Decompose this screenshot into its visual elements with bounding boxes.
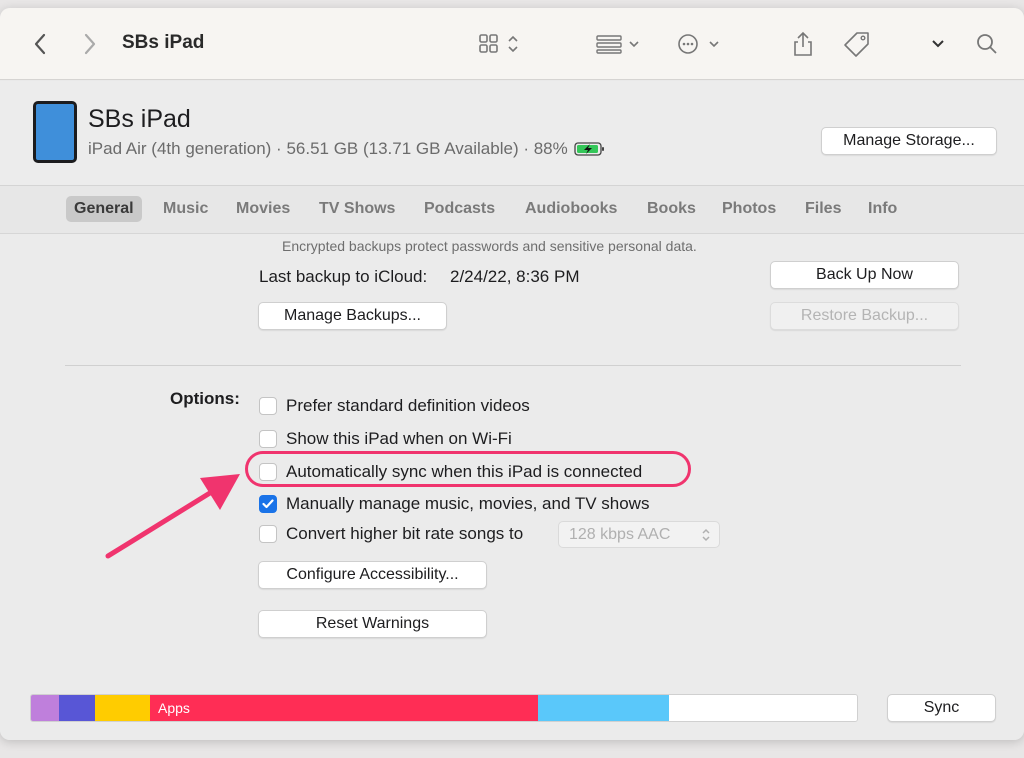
last-backup-value: 2/24/22, 8:36 PM: [450, 267, 580, 286]
share-icon[interactable]: [790, 26, 816, 62]
restore-backup-button[interactable]: Restore Backup...: [770, 302, 959, 330]
prefer-sd-label: Prefer standard definition videos: [286, 396, 530, 415]
stepper-chevrons-icon: [702, 528, 710, 542]
manual-manage-checkbox[interactable]: [259, 495, 277, 513]
tab-podcasts[interactable]: Podcasts: [416, 196, 503, 222]
tab-photos[interactable]: Photos: [714, 196, 784, 222]
show-on-wifi-checkbox[interactable]: [259, 430, 277, 448]
tab-tv-shows[interactable]: TV Shows: [311, 196, 403, 222]
chevron-down-icon[interactable]: [928, 26, 948, 62]
storage-segment-free: [669, 695, 857, 721]
encryption-note: Encrypted backups protect passwords and …: [282, 238, 697, 254]
device-info-text: iPad Air (4th generation) · 56.51 GB (13…: [88, 139, 568, 158]
storage-segment: [95, 695, 150, 721]
tab-bar: General Music Movies TV Shows Podcasts A…: [0, 186, 1024, 234]
window-title: SBs iPad: [122, 32, 205, 53]
device-header: SBs iPad iPad Air (4th generation) · 56.…: [0, 81, 1024, 186]
manage-storage-button[interactable]: Manage Storage...: [821, 127, 997, 155]
tab-general[interactable]: General: [66, 196, 142, 222]
storage-segment-apps: Apps: [150, 695, 538, 721]
show-on-wifi-label: Show this iPad when on Wi-Fi: [286, 429, 512, 448]
device-name: SBs iPad: [88, 105, 191, 133]
storage-segment: [538, 695, 669, 721]
tab-audiobooks[interactable]: Audiobooks: [517, 196, 625, 222]
storage-bar: Apps: [30, 694, 858, 722]
checkmark-icon: [262, 499, 274, 509]
options-heading: Options:: [170, 389, 240, 408]
battery-charging-icon: [574, 141, 606, 157]
bitrate-select-value: 128 kbps AAC: [569, 525, 671, 543]
general-pane: Encrypted backups protect passwords and …: [0, 234, 1024, 740]
tab-files[interactable]: Files: [797, 196, 849, 222]
tab-info[interactable]: Info: [860, 196, 905, 222]
ipad-icon: [33, 101, 77, 163]
chevron-left-icon[interactable]: [28, 26, 52, 62]
tab-music[interactable]: Music: [155, 196, 216, 222]
manual-manage-label: Manually manage music, movies, and TV sh…: [286, 494, 650, 513]
reset-warnings-button[interactable]: Reset Warnings: [258, 610, 487, 638]
prefer-sd-checkbox[interactable]: [259, 397, 277, 415]
manage-backups-button[interactable]: Manage Backups...: [258, 302, 447, 330]
back-up-now-button[interactable]: Back Up Now: [770, 261, 959, 289]
sync-button[interactable]: Sync: [887, 694, 996, 722]
convert-bitrate-label: Convert higher bit rate songs to: [286, 524, 524, 543]
group-view-icon[interactable]: [594, 26, 646, 62]
storage-segment: [59, 695, 95, 721]
last-backup-label: Last backup to iCloud:: [259, 267, 428, 286]
tab-movies[interactable]: Movies: [228, 196, 298, 222]
grid-view-icon[interactable]: [476, 26, 526, 62]
search-icon[interactable]: [974, 26, 1000, 62]
section-divider: [65, 365, 961, 366]
storage-segment: [31, 695, 59, 721]
tab-books[interactable]: Books: [639, 196, 704, 222]
more-icon[interactable]: [676, 26, 726, 62]
convert-bitrate-checkbox[interactable]: [259, 525, 277, 543]
tag-icon[interactable]: [842, 26, 872, 62]
finder-window: SBs iPad SBs iPad iPad Air (4th generati…: [0, 8, 1024, 740]
device-info: iPad Air (4th generation) · 56.51 GB (13…: [88, 139, 606, 159]
chevron-right-icon[interactable]: [78, 26, 102, 62]
annotation-highlight: [245, 451, 691, 487]
bitrate-select[interactable]: 128 kbps AAC: [558, 521, 720, 548]
storage-apps-label: Apps: [158, 700, 190, 716]
toolbar: SBs iPad: [0, 8, 1024, 80]
annotation-arrow-icon: [105, 474, 240, 559]
configure-accessibility-button[interactable]: Configure Accessibility...: [258, 561, 487, 589]
